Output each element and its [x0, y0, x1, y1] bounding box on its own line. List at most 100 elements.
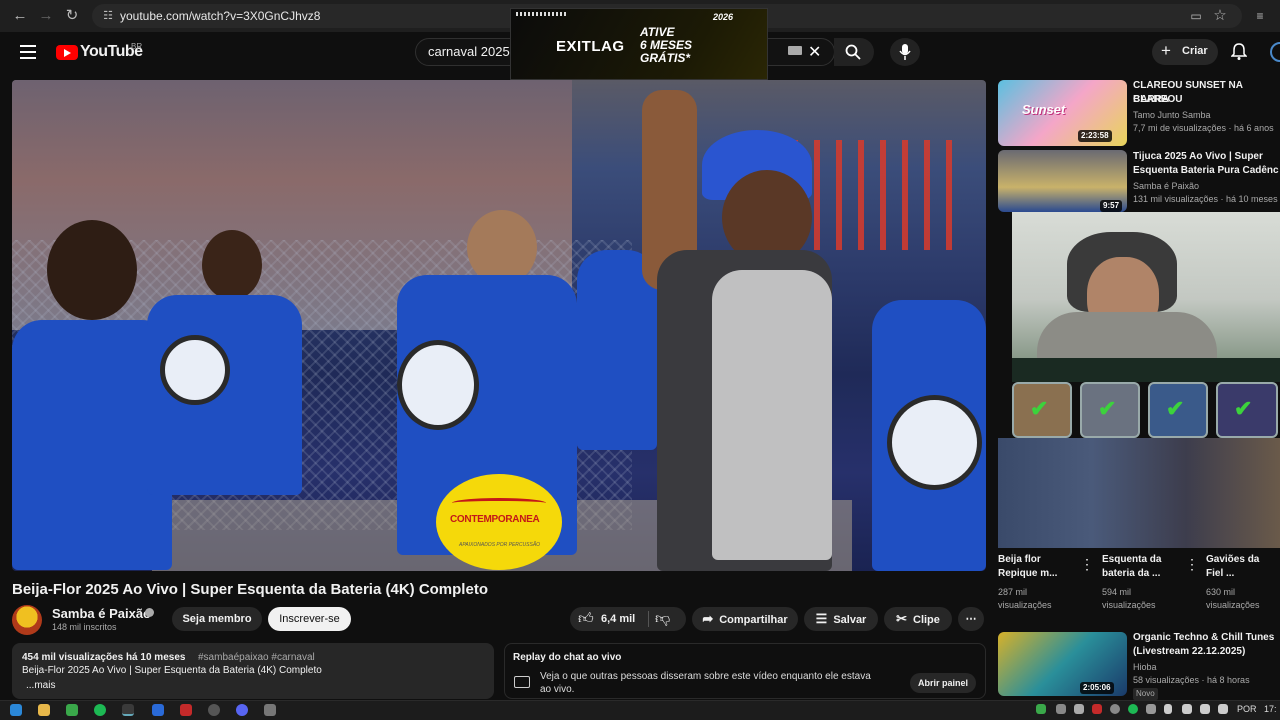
video-emblem	[887, 395, 982, 490]
discord-icon[interactable]	[236, 704, 248, 716]
network-icon[interactable]	[1182, 704, 1192, 714]
video-duration: 9:57	[1100, 200, 1123, 212]
short-views: 630 mil	[1206, 587, 1236, 597]
cast-icon[interactable]: ▭	[1186, 6, 1206, 26]
spotify-icon[interactable]	[94, 704, 106, 716]
short-title[interactable]: Fiel ...	[1206, 567, 1234, 581]
keyboard-icon[interactable]	[788, 46, 802, 55]
join-membership-button[interactable]: Seja membro	[172, 607, 262, 631]
menu-icon[interactable]	[20, 45, 36, 59]
like-count[interactable]: 6,4 mil	[601, 613, 635, 625]
webcam-person	[1037, 312, 1217, 358]
short-title[interactable]: Gaviões da	[1206, 553, 1259, 567]
voice-search-button[interactable]	[890, 38, 920, 66]
related-video-title[interactable]: CLAREOU	[1133, 93, 1182, 107]
ad-line3: GRÁTIS*	[640, 51, 691, 65]
new-badge: Novo	[1133, 688, 1158, 700]
app-icon[interactable]	[152, 704, 164, 716]
notifications-bell-icon[interactable]	[1231, 43, 1247, 61]
chat-replay-text: ao vivo.	[540, 684, 575, 695]
url-text[interactable]: youtube.com/watch?v=3X0GnCJhvz8	[120, 9, 320, 23]
bookmark-star-icon[interactable]: ☆	[1210, 6, 1230, 26]
duration-text: 2:23:58	[1081, 131, 1109, 140]
shorts-thumbnails[interactable]	[998, 438, 1280, 548]
tray-icon[interactable]	[1036, 704, 1046, 714]
plus-icon: +	[1161, 41, 1171, 60]
save-button[interactable]: ☰ Salvar	[804, 607, 878, 631]
checkmark-icon: ✔	[1234, 396, 1253, 421]
steam-icon[interactable]	[208, 704, 220, 716]
video-title: Beija-Flor 2025 Ao Vivo | Super Esquenta…	[12, 581, 488, 598]
ad-line1: ATIVE	[640, 25, 675, 39]
tray-icon[interactable]	[1074, 704, 1084, 714]
forward-icon[interactable]: →	[36, 6, 56, 26]
taskbar-clock[interactable]: 17:	[1264, 704, 1277, 714]
save-label: Salvar	[833, 614, 867, 626]
video-person	[467, 210, 537, 285]
channel-avatar[interactable]	[12, 605, 42, 635]
search-button[interactable]	[834, 38, 874, 66]
short-title[interactable]: Esquenta da	[1102, 553, 1161, 567]
clear-search-icon[interactable]: ✕	[808, 42, 821, 62]
clip-button[interactable]: ✂ Clipe	[884, 607, 952, 631]
overlay-card: ✔	[1012, 382, 1072, 438]
tray-icon[interactable]	[1146, 704, 1156, 714]
youtube-logo-icon[interactable]	[56, 45, 78, 60]
chat-replay-text: Veja o que outras pessoas disseram sobre…	[540, 671, 871, 682]
contemporanea-logo-text: CONTEMPORANEA	[450, 514, 540, 525]
related-video-channel[interactable]: Tamo Junto Samba	[1133, 109, 1211, 122]
share-button[interactable]: ➦ Compartilhar	[692, 607, 798, 631]
short-title[interactable]: bateria da ...	[1102, 567, 1160, 581]
channel-name[interactable]: Samba é Paixão	[52, 606, 151, 621]
related-video-title[interactable]: (Livestream 22.12.2025)	[1133, 645, 1245, 659]
input-language[interactable]: POR	[1237, 704, 1257, 714]
tray-icon[interactable]	[1110, 704, 1120, 714]
site-info-icon[interactable]: ☷	[98, 6, 118, 26]
app-icon[interactable]	[66, 704, 78, 716]
short-views: 594 mil	[1102, 587, 1132, 597]
search-query-text[interactable]: carnaval 2025 p	[428, 44, 521, 59]
microphone-icon	[899, 44, 911, 60]
contemporanea-logo-subtext: APAIXONADOS POR PERCUSSÃO	[459, 542, 541, 548]
save-playlist-icon: ☰	[815, 611, 828, 626]
video-emblem	[160, 335, 230, 405]
back-icon[interactable]: ←	[10, 6, 30, 26]
like-icon[interactable]: 👍︎	[578, 610, 594, 628]
create-button[interactable]: + Criar	[1152, 39, 1218, 65]
app-icon[interactable]	[264, 704, 276, 716]
related-video-channel[interactable]: Hioba	[1133, 661, 1157, 674]
tray-icon[interactable]	[1092, 704, 1102, 714]
short-title[interactable]: Beija flor	[998, 553, 1041, 567]
related-video-title[interactable]: Tijuca 2025 Ao Vivo | Super	[1133, 150, 1263, 164]
subscribe-button[interactable]: Inscrever-se	[268, 607, 351, 631]
windows-start-icon[interactable]	[10, 704, 22, 716]
related-video-title[interactable]: Organic Techno & Chill Tunes	[1133, 631, 1274, 645]
video-red-structure	[792, 140, 952, 250]
more-actions-button[interactable]: ⋯	[958, 607, 984, 631]
tray-icon[interactable]	[1056, 704, 1066, 714]
description-hashtags[interactable]: #sambaépaixao #carnaval	[198, 652, 315, 663]
more-vertical-icon[interactable]: ⋮	[1080, 556, 1094, 573]
description-text: Beija-Flor 2025 Ao Vivo | Super Esquenta…	[22, 665, 322, 676]
display-icon[interactable]	[1218, 704, 1228, 714]
dislike-icon[interactable]: 👎︎	[655, 610, 670, 628]
contemporanea-logo-arc	[452, 498, 546, 508]
more-vertical-icon[interactable]: ⋮	[1185, 556, 1199, 573]
ad-line2: 6 MESES	[640, 38, 693, 52]
tray-icon[interactable]	[1128, 704, 1138, 714]
short-title[interactable]: Repique m...	[998, 567, 1057, 581]
chrome-icon[interactable]	[122, 704, 134, 716]
microphone-tray-icon[interactable]	[1164, 704, 1172, 714]
volume-icon[interactable]	[1200, 704, 1210, 714]
file-explorer-icon[interactable]	[38, 704, 50, 716]
description-more-link[interactable]: ...mais	[26, 680, 55, 691]
reload-icon[interactable]: ↻	[62, 6, 82, 26]
create-label: Criar	[1182, 45, 1208, 57]
related-video-title[interactable]: Esquenta Bateria Pura Cadênc	[1133, 164, 1279, 178]
overlay-card: ✔	[1216, 382, 1278, 438]
ad-badge: 2026	[713, 12, 734, 22]
open-chat-panel-button[interactable]: Abrir painel	[910, 673, 976, 693]
related-video-channel[interactable]: Samba é Paixão	[1133, 180, 1199, 193]
reading-list-icon[interactable]: ≡	[1250, 6, 1270, 26]
app-icon[interactable]	[180, 704, 192, 716]
